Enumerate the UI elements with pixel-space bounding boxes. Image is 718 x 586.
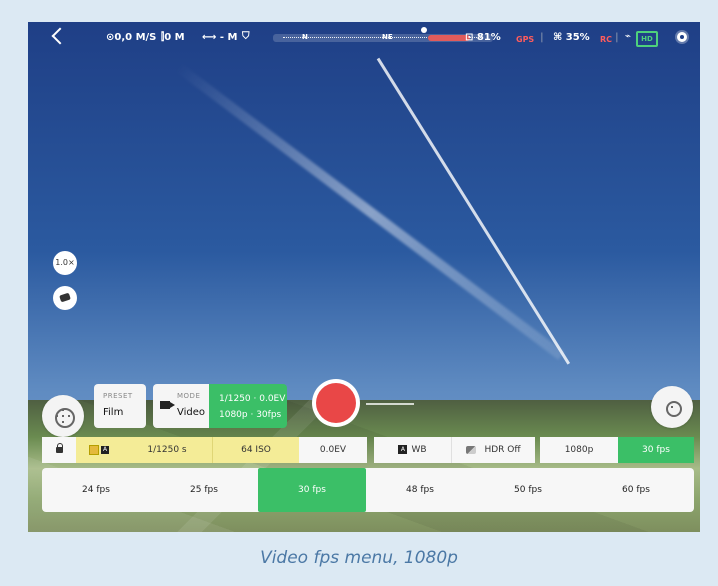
- hdr-icon: [466, 445, 477, 454]
- hdr-label: HDR Off: [484, 445, 521, 455]
- record-button[interactable]: [316, 383, 356, 423]
- separator: |: [540, 32, 544, 43]
- gimbal-control-button[interactable]: [42, 395, 84, 437]
- resolution-selector[interactable]: 1080p: [540, 437, 618, 463]
- fps-option-60[interactable]: 60 fps: [582, 468, 690, 512]
- camera-parameter-row: A 1/1250 s 64 ISO 0.0EV A WB HDR Off 1080…: [42, 437, 694, 463]
- contrail: [376, 57, 571, 365]
- gps-warning-icon: GPS: [516, 35, 535, 44]
- fps-option-25[interactable]: 25 fps: [150, 468, 258, 512]
- mode-button[interactable]: MODE Video: [153, 384, 209, 428]
- exposure-mode[interactable]: A: [76, 437, 122, 463]
- hd-indicator: HD: [636, 31, 658, 47]
- white-balance-label: WB: [411, 445, 427, 455]
- altitude-readout: ⫿0 M: [161, 32, 185, 43]
- mode-summary-line-2: 1080p · 30fps: [219, 410, 282, 420]
- fps-menu: 24 fps 25 fps 30 fps 48 fps 50 fps 60 fp…: [42, 468, 694, 512]
- hdr-toggle[interactable]: HDR Off: [451, 437, 535, 463]
- top-status-bar: ⊙0,0 M/S ⫿0 M ⟷ - M ⛉ N NE ⊡ 81% GPS | ⌘…: [28, 22, 700, 56]
- distance-readout: ⟷ - M: [202, 32, 238, 43]
- preset-button[interactable]: PRESET Film: [94, 384, 146, 428]
- mode-summary: 1/1250 · 0.0EV 1080p · 30fps: [209, 384, 287, 428]
- speed-readout: ⊙0,0 M/S: [106, 32, 157, 43]
- zoom-button[interactable]: 1.0×: [53, 251, 77, 275]
- record-underline: [366, 403, 414, 405]
- exposure-compensation[interactable]: 0.0EV: [299, 437, 367, 463]
- compass-warning-indicator: [428, 35, 470, 41]
- fps-option-30[interactable]: 30 fps: [258, 468, 366, 512]
- tag-icon[interactable]: [53, 286, 77, 310]
- mode-summary-line-1: 1/1250 · 0.0EV: [219, 394, 286, 404]
- mode-label: MODE: [177, 392, 201, 400]
- manual-icon: [89, 444, 99, 455]
- compass-northeast-label: NE: [382, 33, 393, 41]
- capture-controls: PRESET Film MODE Video 1/1250 · 0.0EV 10…: [28, 383, 700, 437]
- preset-value: Film: [103, 407, 124, 418]
- target-button[interactable]: [651, 386, 693, 428]
- shutter-speed[interactable]: 1/1250 s: [122, 437, 212, 463]
- figure-caption: Video fps menu, 1080p: [260, 548, 458, 568]
- fps-option-48[interactable]: 48 fps: [366, 468, 474, 512]
- camera-view: ⊙0,0 M/S ⫿0 M ⟷ - M ⛉ N NE ⊡ 81% GPS | ⌘…: [28, 22, 700, 532]
- signal-icon: ⌁: [625, 31, 632, 42]
- fps-selector[interactable]: 30 fps: [618, 437, 694, 463]
- mode-value: Video: [177, 407, 206, 418]
- iso-value[interactable]: 64 ISO: [212, 437, 299, 463]
- preset-label: PRESET: [103, 392, 133, 400]
- lock-icon: [55, 443, 63, 453]
- white-balance[interactable]: A WB: [374, 437, 451, 463]
- lock-toggle[interactable]: [42, 437, 76, 463]
- drone-battery: ⊡ 81%: [465, 32, 501, 43]
- auto-icon: A: [101, 445, 109, 454]
- fps-option-50[interactable]: 50 fps: [474, 468, 582, 512]
- back-icon[interactable]: [51, 27, 69, 45]
- fps-option-24[interactable]: 24 fps: [42, 468, 150, 512]
- video-icon: [160, 401, 175, 409]
- wb-auto-icon: A: [398, 445, 408, 454]
- shield-icon: ⛉: [242, 31, 250, 42]
- gear-icon[interactable]: [677, 32, 687, 42]
- compass-marker: [421, 27, 427, 33]
- separator: |: [615, 32, 619, 43]
- compass-north-label: N: [302, 33, 308, 41]
- tablet-battery: ⌘ 35%: [553, 32, 590, 43]
- rc-warning-icon: RC: [600, 35, 613, 44]
- contrail: [174, 63, 565, 360]
